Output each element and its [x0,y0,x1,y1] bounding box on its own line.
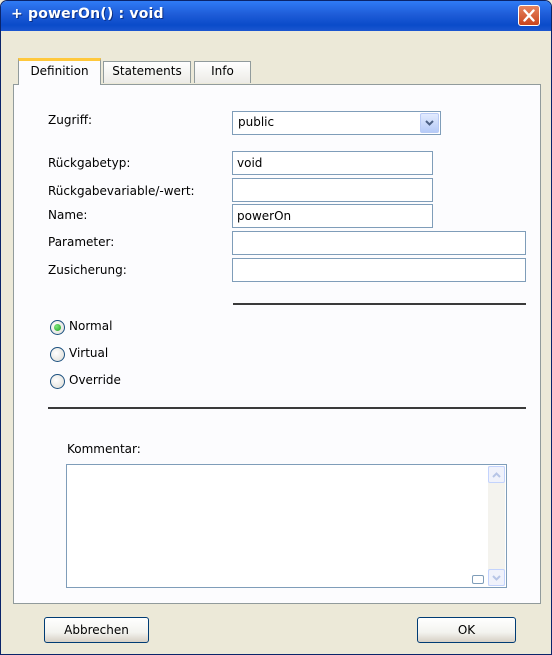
kommentar-textarea[interactable] [66,464,507,588]
kommentar-label: Kommentar: [67,442,141,456]
close-button[interactable] [518,5,540,26]
zugriff-label: Zugriff: [48,113,93,127]
tab-info[interactable]: Info [194,61,251,83]
tab-statements[interactable]: Statements [103,61,191,83]
chevron-down-icon [492,575,501,581]
rueckgabetyp-label: Rückgabetyp: [48,156,131,170]
parameter-field[interactable] [232,231,526,255]
radio-checked-dot [54,324,61,331]
rueckgabevariable-field[interactable] [232,178,433,202]
vertical-scrollbar[interactable] [488,466,505,586]
name-label: Name: [48,208,88,222]
zugriff-select-value: public [238,115,275,129]
radio-normal[interactable] [50,320,65,335]
tab-definition[interactable]: Definition [18,58,101,85]
title-bar[interactable]: + powerOn() : void [1,1,551,31]
name-field[interactable]: powerOn [232,204,433,228]
dropdown-button[interactable] [420,113,439,133]
cancel-button[interactable]: Abbrechen [44,617,149,643]
chevron-down-icon [425,120,434,126]
resize-handle-icon [472,575,484,584]
separator [233,303,526,305]
zugriff-select[interactable]: public [232,111,441,135]
zusicherung-label: Zusicherung: [48,263,127,277]
chevron-up-icon [492,472,501,478]
close-icon [523,9,535,22]
zusicherung-field[interactable] [232,258,526,282]
radio-override[interactable] [50,374,65,389]
dialog-window: + powerOn() : void Definition Statements… [0,0,552,655]
radio-virtual-label[interactable]: Virtual [69,346,108,360]
scroll-down-button[interactable] [488,569,505,586]
scroll-up-button[interactable] [488,466,505,483]
radio-override-label[interactable]: Override [69,373,121,387]
rueckgabevariable-label: Rückgabevariable/-wert: [48,184,195,198]
radio-virtual[interactable] [50,347,65,362]
parameter-label: Parameter: [48,235,115,249]
radio-normal-label[interactable]: Normal [69,319,112,333]
window-title: + powerOn() : void [11,6,164,22]
rueckgabetyp-field[interactable]: void [232,151,433,175]
ok-button[interactable]: OK [417,617,516,643]
separator [48,407,526,409]
